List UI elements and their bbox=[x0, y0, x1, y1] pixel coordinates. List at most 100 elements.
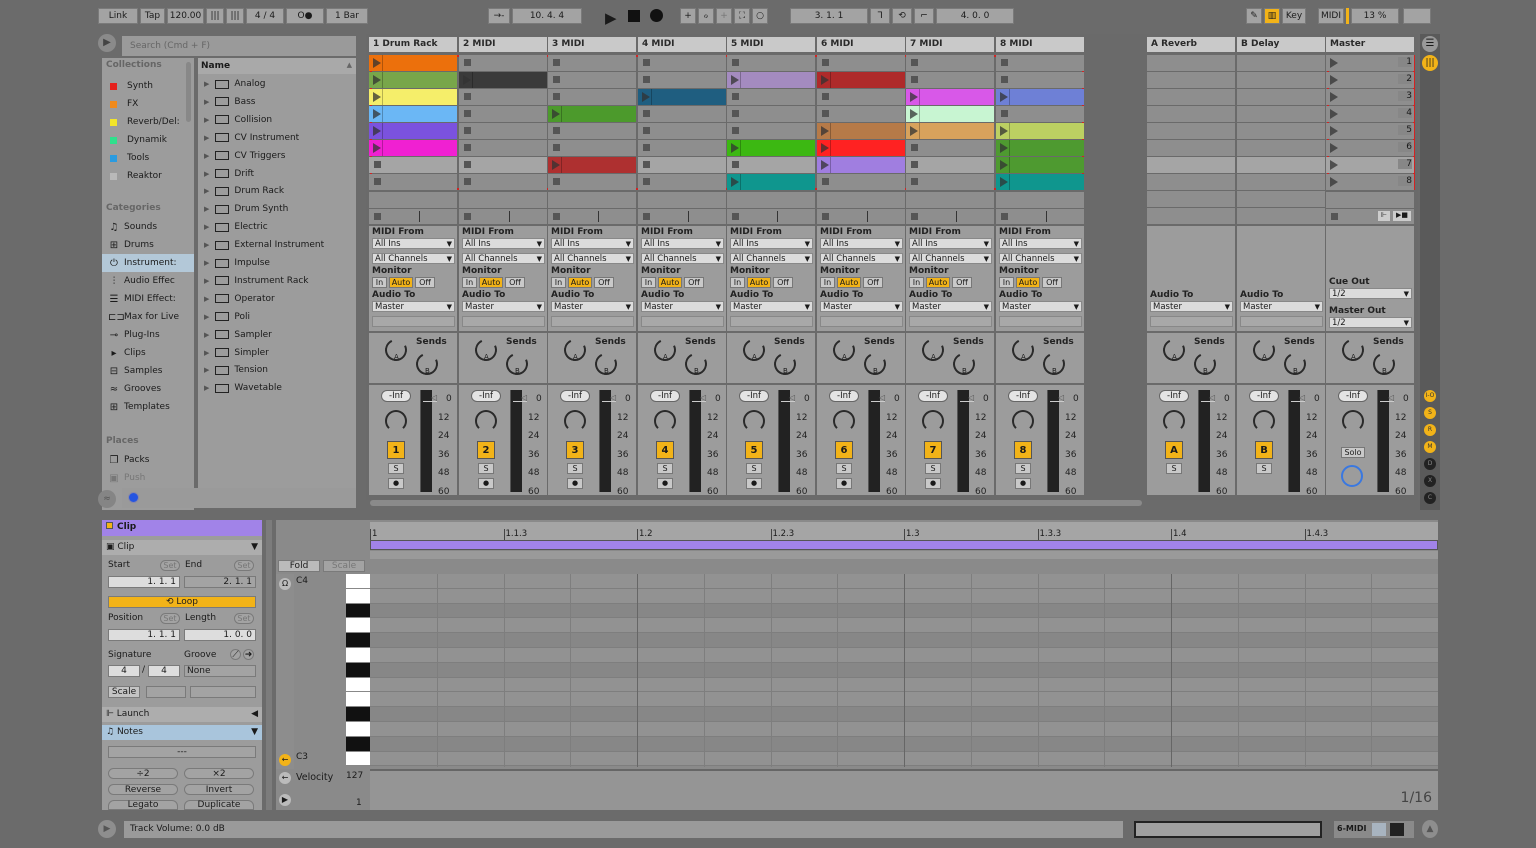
clip-slot-filled[interactable] bbox=[817, 72, 905, 88]
white-key[interactable] bbox=[346, 751, 370, 767]
groove-dropdown[interactable]: None bbox=[184, 665, 256, 677]
notes-section-header[interactable]: ♫ Notes ▼ bbox=[102, 725, 262, 740]
monitor-in-button[interactable]: In bbox=[909, 277, 924, 288]
clip-play-icon[interactable] bbox=[642, 92, 650, 102]
clip-slot-filled[interactable] bbox=[727, 140, 815, 156]
audio-to-dropdown[interactable]: Master bbox=[462, 301, 545, 313]
browser-item[interactable]: ▶ Collision bbox=[198, 111, 356, 129]
clip-slot-filled[interactable] bbox=[369, 55, 457, 71]
show-r-section-button[interactable]: R bbox=[1424, 424, 1436, 436]
clip-title-bar[interactable]: Clip bbox=[102, 520, 262, 536]
clip-play-icon[interactable] bbox=[373, 109, 381, 119]
clip-slot-empty[interactable] bbox=[906, 55, 994, 71]
audio-to-channel-dropdown[interactable] bbox=[462, 316, 545, 327]
clip-slot-empty[interactable] bbox=[548, 72, 636, 88]
sidebar-scrollbar[interactable] bbox=[186, 62, 191, 122]
clip-stop-button-icon[interactable] bbox=[732, 59, 739, 66]
monitor-in-button[interactable]: In bbox=[641, 277, 656, 288]
audio-to-channel-dropdown[interactable] bbox=[1150, 316, 1233, 327]
clip-stop-button-icon[interactable] bbox=[822, 59, 829, 66]
pan-knob[interactable] bbox=[385, 410, 407, 432]
loop-length-field[interactable]: 4. 0. 0 bbox=[936, 8, 1014, 24]
clip-stop-button-icon[interactable] bbox=[553, 127, 560, 134]
track-activator-button[interactable]: 5 bbox=[745, 441, 763, 459]
cue-volume-knob[interactable] bbox=[1341, 465, 1363, 487]
clip-slot-empty[interactable] bbox=[727, 123, 815, 139]
clip-stop-button-icon[interactable] bbox=[643, 110, 650, 117]
volume-display[interactable]: -Inf bbox=[1338, 390, 1368, 402]
midi-from-dropdown[interactable]: All Ins bbox=[551, 238, 634, 250]
sidebar-item-samples[interactable]: ⊟ Samples bbox=[102, 362, 194, 380]
clip-slot-empty[interactable] bbox=[548, 55, 636, 71]
clip-play-icon[interactable] bbox=[731, 143, 739, 153]
monitor-auto-button[interactable]: Auto bbox=[389, 277, 413, 288]
arrangement-position-field[interactable]: 10. 4. 4 bbox=[512, 8, 582, 24]
sidebar-item-fx[interactable]: FX bbox=[102, 95, 194, 113]
volume-display[interactable]: -Inf bbox=[918, 390, 948, 402]
white-key[interactable] bbox=[346, 574, 370, 589]
solo-button[interactable]: S bbox=[1166, 463, 1182, 474]
volume-display[interactable]: -Inf bbox=[1008, 390, 1038, 402]
transpose-field[interactable]: --- bbox=[108, 746, 256, 758]
sidebar-item-midieffect[interactable]: ☰ MIDI Effect: bbox=[102, 290, 194, 308]
midi-from-dropdown[interactable]: All Ins bbox=[372, 238, 455, 250]
arm-button[interactable]: ● bbox=[925, 478, 941, 489]
audio-to-channel-dropdown[interactable] bbox=[641, 316, 724, 327]
fader-handle-icon[interactable]: ◁ bbox=[1209, 393, 1215, 402]
clip-slot-filled[interactable] bbox=[817, 157, 905, 173]
black-key[interactable] bbox=[346, 662, 370, 678]
clip-play-icon[interactable] bbox=[1000, 143, 1008, 153]
legato-button[interactable]: Legato bbox=[108, 800, 178, 810]
black-key[interactable] bbox=[346, 633, 370, 648]
clip-stop-button-icon[interactable] bbox=[464, 144, 471, 151]
midi-from-dropdown[interactable]: All Ins bbox=[730, 238, 813, 250]
expand-arrow-icon[interactable]: ▶ bbox=[204, 80, 209, 88]
pan-knob[interactable] bbox=[922, 410, 944, 432]
metronome-button[interactable]: O● bbox=[286, 8, 324, 24]
audio-to-dropdown[interactable]: Master bbox=[730, 301, 813, 313]
monitor-auto-button[interactable]: Auto bbox=[837, 277, 861, 288]
expand-arrow-icon[interactable]: ▶ bbox=[204, 295, 209, 303]
clip-stop-button-icon[interactable] bbox=[732, 93, 739, 100]
clip-slot-filled[interactable] bbox=[996, 157, 1084, 173]
track-activator-button[interactable]: 7 bbox=[924, 441, 942, 459]
browser-toggle-icon[interactable]: ▶ bbox=[98, 34, 116, 52]
fader-handle-icon[interactable]: ◁ bbox=[789, 393, 795, 402]
start-end-markers[interactable] bbox=[370, 551, 1438, 559]
name-column-header[interactable]: Name ▲ bbox=[198, 58, 356, 74]
clip-slot-filled[interactable] bbox=[996, 140, 1084, 156]
track-activator-button[interactable]: 6 bbox=[835, 441, 853, 459]
monitor-auto-button[interactable]: Auto bbox=[658, 277, 682, 288]
clip-stop-button-icon[interactable] bbox=[822, 93, 829, 100]
volume-display[interactable]: -Inf bbox=[739, 390, 769, 402]
audio-to-dropdown[interactable]: Master bbox=[372, 301, 455, 313]
midi-from-dropdown[interactable]: All Ins bbox=[820, 238, 903, 250]
stop-icon[interactable] bbox=[628, 10, 640, 22]
clip-section-header[interactable]: ▣ Clip ▼ bbox=[102, 540, 262, 555]
loop-button[interactable]: ⟲ Loop bbox=[108, 596, 256, 608]
audio-to-channel-dropdown[interactable] bbox=[820, 316, 903, 327]
scene-launch-3[interactable]: 3 bbox=[1326, 89, 1414, 105]
monitor-off-button[interactable]: Off bbox=[594, 277, 614, 288]
punch-out-icon[interactable]: ⌐ bbox=[914, 8, 934, 24]
browser-item[interactable]: ▶ Bass bbox=[198, 93, 356, 111]
expand-arrow-icon[interactable]: ▶ bbox=[204, 241, 209, 249]
clip-stop-button-icon[interactable] bbox=[374, 178, 381, 185]
arm-button[interactable]: ● bbox=[746, 478, 762, 489]
pan-knob[interactable] bbox=[654, 410, 676, 432]
midi-channel-dropdown[interactable]: All Channels bbox=[909, 253, 992, 265]
track-header[interactable]: 1 Drum Rack bbox=[369, 37, 457, 52]
sidebar-item-packs[interactable]: ❐ Packs bbox=[102, 451, 194, 469]
arm-button[interactable]: ● bbox=[388, 478, 404, 489]
clip-stop-button-icon[interactable] bbox=[643, 59, 650, 66]
halve-button[interactable]: ÷2 bbox=[108, 768, 178, 779]
clip-slot-empty[interactable] bbox=[459, 174, 547, 190]
monitor-off-button[interactable]: Off bbox=[863, 277, 883, 288]
pan-knob[interactable] bbox=[1253, 410, 1275, 432]
clip-stop-button-icon[interactable] bbox=[464, 59, 471, 66]
white-key[interactable] bbox=[346, 588, 370, 604]
clip-play-icon[interactable] bbox=[821, 160, 829, 170]
nudge-down-icon[interactable]: ||| bbox=[206, 8, 224, 24]
reverse-button[interactable]: Reverse bbox=[108, 784, 178, 795]
monitor-in-button[interactable]: In bbox=[372, 277, 387, 288]
